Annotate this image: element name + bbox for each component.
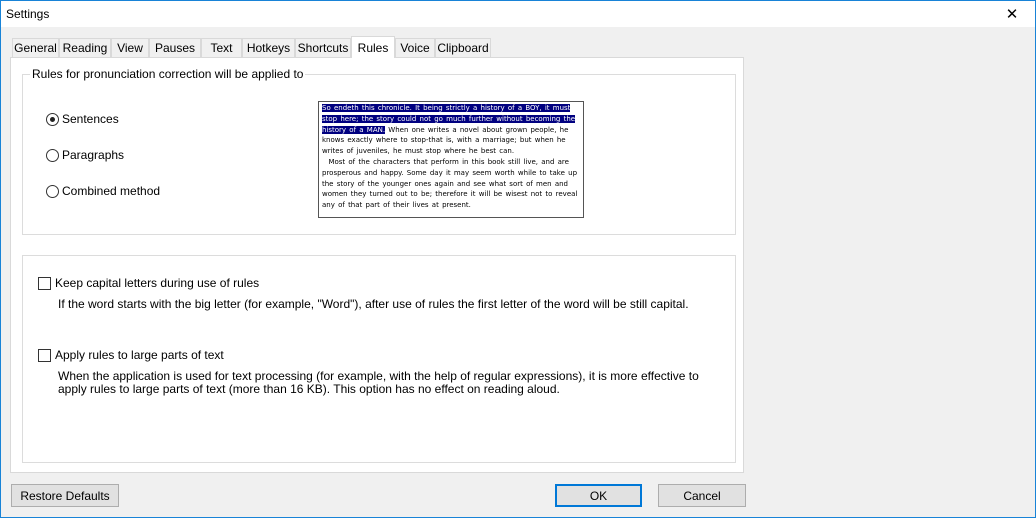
tab-strip: General Reading View Pauses Text Hotkeys… (12, 36, 512, 58)
cancel-button[interactable]: Cancel (658, 484, 746, 507)
ok-button[interactable]: OK (555, 484, 642, 507)
text-preview: So endeth this chronicle. It being stric… (318, 101, 584, 218)
keep-capital-label: Keep capital letters during use of rules (55, 276, 260, 290)
preview-text-2: Most of the characters that perform in t… (322, 157, 578, 210)
radio-paragraphs[interactable]: Paragraphs (46, 148, 124, 162)
tab-shortcuts[interactable]: Shortcuts (295, 38, 351, 57)
tab-hotkeys[interactable]: Hotkeys (242, 38, 295, 57)
radio-sentences-indicator[interactable] (46, 112, 59, 126)
radio-paragraphs-label: Paragraphs (62, 148, 125, 162)
tab-general[interactable]: General (12, 38, 59, 57)
radio-sentences[interactable]: Sentences (46, 112, 119, 126)
restore-defaults-button[interactable]: Restore Defaults (11, 484, 119, 507)
radio-combined-indicator[interactable] (46, 184, 59, 198)
tab-text[interactable]: Text (201, 38, 242, 57)
large-parts-checkbox[interactable] (38, 348, 51, 362)
rules-applied-group-label: Rules for pronunciation correction will … (30, 67, 306, 81)
tab-voice[interactable]: Voice (395, 38, 435, 57)
radio-sentences-label: Sentences (62, 112, 119, 126)
large-parts-label: Apply rules to large parts of text (55, 348, 224, 362)
rules-tab-panel: Rules for pronunciation correction will … (10, 57, 744, 473)
keep-capital-checkbox[interactable] (38, 276, 51, 290)
tab-reading[interactable]: Reading (59, 38, 111, 57)
radio-combined-label: Combined method (62, 184, 161, 198)
keep-capital-description: If the word starts with the big letter (… (58, 297, 689, 311)
tab-rules[interactable]: Rules (351, 36, 395, 58)
tab-pauses[interactable]: Pauses (149, 38, 201, 57)
large-parts-checkbox-row[interactable]: Apply rules to large parts of text (38, 348, 224, 362)
options-group: Keep capital letters during use of rules… (22, 255, 736, 463)
keep-capital-checkbox-row[interactable]: Keep capital letters during use of rules (38, 276, 259, 290)
radio-paragraphs-indicator[interactable] (46, 148, 59, 162)
title-bar: Settings ✕ (1, 1, 1035, 27)
rules-applied-group: Rules for pronunciation correction will … (22, 67, 736, 235)
radio-combined[interactable]: Combined method (46, 184, 160, 198)
tab-clipboard[interactable]: Clipboard (435, 38, 491, 57)
settings-window: Settings ✕ General Reading View Pauses T… (0, 0, 1036, 518)
tab-view[interactable]: View (111, 38, 149, 57)
large-parts-description: When the application is used for text pr… (58, 369, 699, 396)
window-title: Settings (6, 7, 50, 21)
close-icon[interactable]: ✕ (989, 1, 1035, 27)
